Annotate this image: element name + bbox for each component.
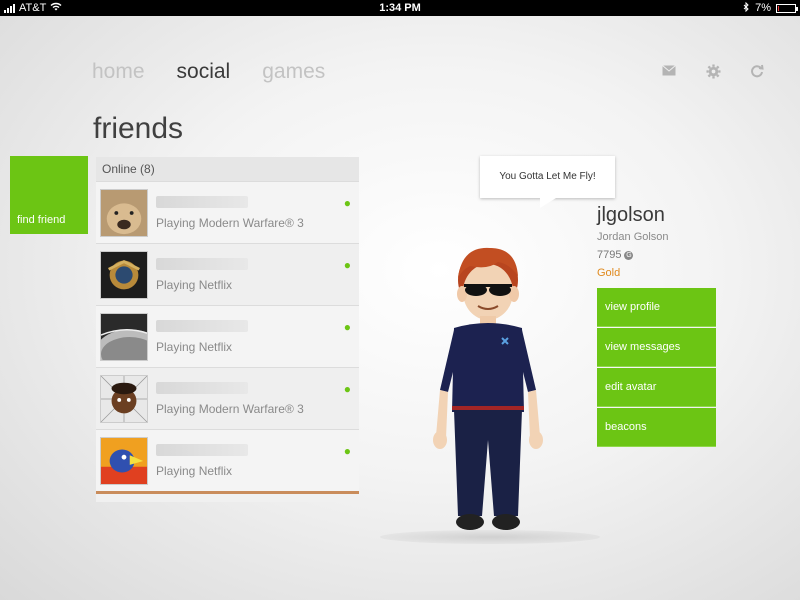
friend-picture-parrot	[100, 436, 148, 485]
nav-social[interactable]: social	[177, 60, 231, 84]
friend-row[interactable]: Playing Modern Warfare® 3 ●	[96, 367, 359, 429]
friend-status: Playing Modern Warfare® 3	[156, 215, 304, 230]
presence-icon: ●	[343, 258, 351, 272]
friend-status: Playing Modern Warfare® 3	[156, 401, 304, 416]
find-friend-button[interactable]: find friend	[10, 156, 88, 234]
battery-icon	[776, 3, 798, 13]
top-icons	[660, 64, 766, 80]
profile-info: jlgolson Jordan Golson 7795 G Gold	[597, 204, 669, 279]
friend-row[interactable]: Playing Netflix ●	[96, 243, 359, 305]
avatar-motto: You Gotta Let Me Fly!	[499, 171, 596, 182]
presence-icon: ●	[343, 320, 351, 334]
membership-tier: Gold	[597, 267, 621, 279]
edit-avatar-button[interactable]: edit avatar	[597, 368, 716, 407]
page-title: friends	[93, 112, 184, 145]
profile-gamertag: jlgolson	[597, 204, 665, 226]
profile-actions: view profile view messages edit avatar b…	[597, 288, 716, 448]
status-bar: AT&T 1:34 PM 7%	[0, 0, 800, 16]
battery-percent: 7%	[755, 2, 771, 14]
friend-status: Playing Netflix	[156, 339, 233, 354]
gamertag-placeholder	[156, 195, 248, 208]
bluetooth-icon	[743, 1, 750, 15]
gamerscore: 7795 G	[597, 249, 669, 261]
beacons-button[interactable]: beacons	[597, 408, 716, 447]
wifi-icon	[50, 2, 62, 14]
view-messages-button[interactable]: view messages	[597, 328, 716, 367]
speech-bubble: You Gotta Let Me Fly!	[480, 156, 615, 208]
gamertag-placeholder	[156, 319, 248, 332]
list-item-partial	[96, 491, 359, 502]
refresh-icon[interactable]	[748, 64, 766, 80]
gamertag-placeholder	[156, 381, 248, 394]
friend-picture-planet	[100, 312, 148, 361]
friend-picture-avatar	[100, 374, 148, 423]
signal-icon	[4, 3, 15, 13]
avatar-figure[interactable]	[418, 240, 558, 540]
top-nav: home social games	[92, 60, 325, 84]
gamertag-placeholder	[156, 443, 248, 456]
friend-row[interactable]: Playing Modern Warfare® 3 ●	[96, 181, 359, 243]
view-profile-button[interactable]: view profile	[597, 288, 716, 327]
gear-icon[interactable]	[704, 64, 722, 80]
presence-icon: ●	[343, 382, 351, 396]
friend-row[interactable]: Playing Netflix ●	[96, 305, 359, 367]
mail-icon[interactable]	[660, 64, 678, 80]
presence-icon: ●	[343, 444, 351, 458]
friend-picture-dog	[100, 188, 148, 237]
profile-real-name: Jordan Golson	[597, 231, 669, 243]
friend-row[interactable]: Playing Netflix ●	[96, 429, 359, 491]
online-header: Online (8)	[96, 157, 359, 181]
friend-status: Playing Netflix	[156, 277, 233, 292]
gamerscore-icon: G	[624, 250, 634, 260]
presence-icon: ●	[343, 196, 351, 210]
friend-status: Playing Netflix	[156, 463, 233, 478]
nav-games[interactable]: games	[262, 60, 325, 84]
gamerscore-value: 7795	[597, 249, 622, 261]
clock: 1:34 PM	[379, 2, 421, 14]
find-friend-label: find friend	[17, 214, 66, 226]
friends-list[interactable]: Online (8) Playing Modern Warfare® 3 ● P…	[96, 157, 359, 502]
carrier-label: AT&T	[19, 2, 47, 14]
gamertag-placeholder	[156, 257, 248, 270]
nav-home[interactable]: home	[92, 60, 145, 84]
friend-picture-emblem	[100, 250, 148, 299]
